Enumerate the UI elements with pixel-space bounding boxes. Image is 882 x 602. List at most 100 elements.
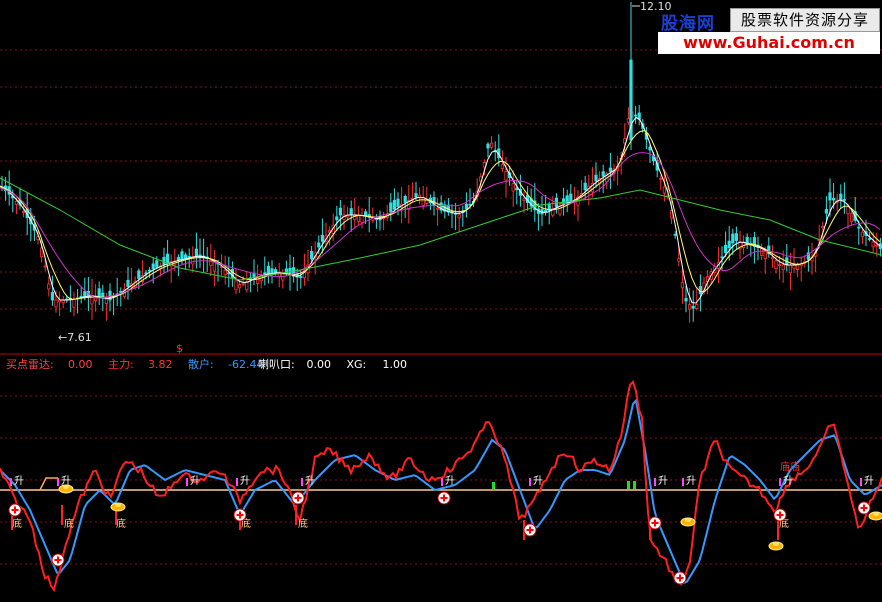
flag-signal: 庙 bbox=[780, 460, 790, 473]
candle-body bbox=[464, 203, 469, 209]
rise-signal: 升 bbox=[240, 475, 250, 487]
candle-body bbox=[299, 276, 303, 278]
rise-signal: 升 bbox=[658, 475, 668, 487]
bottom-signal: 底 bbox=[116, 517, 126, 530]
rise-marker bbox=[301, 478, 303, 486]
candle-body bbox=[868, 238, 872, 240]
watermark-logo: 股海网 股票软件资源分享 www.Guhai.com.cn bbox=[658, 4, 880, 56]
rise-marker bbox=[779, 478, 781, 486]
flag-signal: 庙 bbox=[790, 460, 800, 473]
legend-label: XG: bbox=[347, 358, 367, 371]
rise-signal: 升 bbox=[783, 475, 793, 487]
candle-body bbox=[396, 198, 400, 207]
candle-body bbox=[695, 304, 699, 309]
green-bar bbox=[492, 482, 495, 490]
candle-body bbox=[155, 260, 159, 268]
candle-body bbox=[857, 226, 861, 229]
candle-body bbox=[273, 269, 278, 274]
legend-value: 1.00 bbox=[383, 358, 408, 371]
candle-body bbox=[781, 264, 785, 271]
candle-body bbox=[270, 268, 274, 274]
candle-body bbox=[421, 196, 425, 206]
candle-body bbox=[626, 118, 631, 123]
bottom-signal: 底 bbox=[12, 517, 22, 530]
candle-body bbox=[335, 216, 339, 221]
candle-body bbox=[137, 270, 141, 279]
candle-body bbox=[72, 298, 76, 308]
green-bar bbox=[627, 481, 630, 489]
candle-body bbox=[457, 214, 461, 219]
rise-signal: 升 bbox=[14, 475, 24, 487]
candle-body bbox=[486, 143, 490, 149]
candle-body bbox=[147, 269, 152, 272]
candle-body bbox=[796, 264, 800, 270]
candle-body bbox=[562, 198, 566, 205]
candle-body bbox=[320, 234, 325, 242]
candle-body bbox=[583, 182, 587, 191]
candle-body bbox=[50, 292, 55, 301]
candle-body bbox=[828, 192, 832, 201]
candle-body bbox=[727, 240, 731, 249]
candle-body bbox=[522, 198, 526, 202]
legend-value: 0.00 bbox=[307, 358, 332, 371]
candle-body bbox=[245, 281, 249, 291]
candle-body bbox=[788, 264, 793, 274]
candle-body bbox=[14, 200, 18, 205]
candle-body bbox=[223, 269, 227, 276]
rise-signal: 升 bbox=[533, 475, 543, 487]
candle-body bbox=[637, 112, 641, 120]
candle-body bbox=[241, 282, 245, 285]
candle-body bbox=[266, 265, 271, 275]
candle-body bbox=[180, 251, 184, 260]
candle-body bbox=[309, 251, 314, 260]
legend-label: 散户: bbox=[188, 357, 214, 371]
candle-body bbox=[688, 304, 692, 310]
candle-body bbox=[43, 265, 47, 268]
candle-body bbox=[489, 142, 494, 148]
candle-body bbox=[237, 284, 242, 289]
candle-body bbox=[569, 193, 573, 202]
candle-body bbox=[83, 291, 87, 297]
ma-long-line bbox=[0, 177, 882, 281]
rise-marker bbox=[529, 478, 531, 486]
rise-signal: 升 bbox=[190, 475, 200, 487]
candle-body bbox=[842, 199, 847, 201]
legend-label: 喇叭口: bbox=[258, 357, 295, 371]
rise-signal: 升 bbox=[864, 475, 874, 487]
candle-body bbox=[760, 248, 764, 256]
candle-body bbox=[389, 202, 393, 213]
candle-body bbox=[338, 207, 343, 216]
candle-body bbox=[724, 244, 728, 253]
candle-body bbox=[774, 260, 778, 269]
rise-marker bbox=[441, 478, 443, 486]
candle-body bbox=[673, 233, 677, 236]
candle-body bbox=[349, 208, 353, 216]
gold-ingot-top bbox=[115, 503, 121, 507]
candle-body bbox=[684, 297, 688, 302]
rise-signal: 升 bbox=[686, 475, 696, 487]
watermark-url: www.Guhai.com.cn bbox=[658, 32, 880, 54]
legend-label: 买点雷达: bbox=[6, 358, 54, 371]
candle-body bbox=[151, 263, 155, 270]
candle-body bbox=[720, 256, 724, 259]
candle-body bbox=[194, 248, 198, 257]
rise-marker bbox=[10, 478, 12, 486]
candle-body bbox=[871, 241, 875, 248]
chart-stage: ←7.61 12.10 $ 买点雷达: 0.00 主力: 3.82 散户: -62.44 喇… bbox=[0, 0, 882, 602]
candle-body bbox=[47, 283, 51, 290]
candle-body bbox=[21, 210, 26, 213]
candle-body bbox=[850, 212, 854, 223]
bottom-signal: 底 bbox=[298, 517, 308, 530]
candle-body bbox=[97, 288, 101, 298]
candle-body bbox=[839, 193, 843, 201]
candle-body bbox=[601, 171, 605, 177]
candle-body bbox=[176, 257, 180, 261]
rise-marker bbox=[57, 478, 59, 486]
retail-line bbox=[0, 398, 882, 584]
candle-body bbox=[212, 261, 216, 272]
candle-body bbox=[104, 298, 108, 304]
candle-body bbox=[634, 114, 638, 117]
candle-body bbox=[414, 193, 418, 198]
candle-body bbox=[680, 282, 685, 289]
candle-body bbox=[778, 264, 782, 267]
